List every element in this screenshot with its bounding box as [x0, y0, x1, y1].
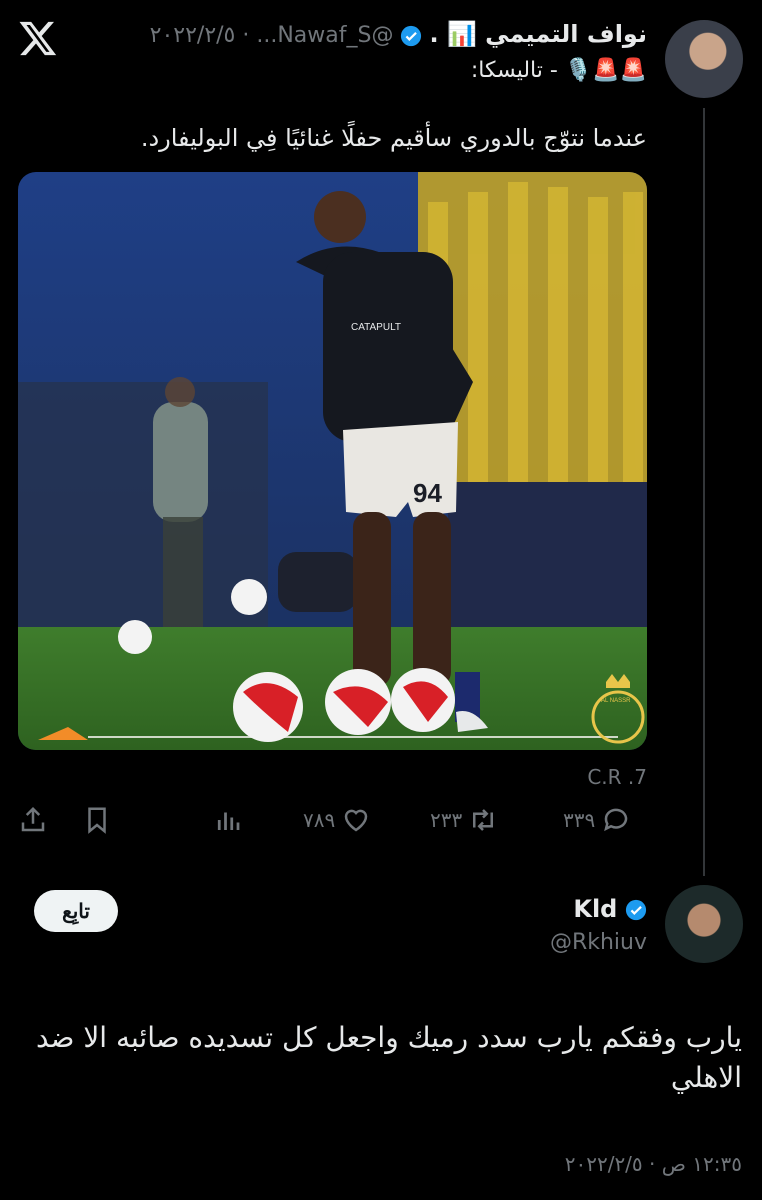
verified-icon: [401, 25, 422, 47]
share-icon: [21, 806, 45, 832]
follow-button[interactable]: تابِع: [34, 890, 118, 932]
retweet-icon: [473, 809, 494, 831]
reply-author-header: Kld: [573, 895, 647, 923]
views-button[interactable]: [213, 800, 243, 840]
reply-icon: [604, 808, 628, 832]
reply-author-handle[interactable]: @Rkhiuv: [550, 930, 647, 955]
share-button[interactable]: [18, 800, 48, 840]
author-name[interactable]: نواف التميمي 📊 .: [429, 20, 647, 48]
crest-text: AL NASSR: [601, 698, 631, 704]
bookmark-button[interactable]: [82, 800, 112, 840]
reply-text: يارب وفقكم يارب سدد رميك واجعل كل تسديده…: [35, 1021, 742, 1094]
football-photo-illustration: 94 CATAPULT AL NASSR: [18, 172, 647, 750]
tweet-first-line: 🚨🚨🎙️ - تاليسكا:: [470, 58, 647, 83]
tweet-header: نواف التميمي 📊 . @Nawaf_S... · ٢٠٢٢/٢/٥: [87, 20, 647, 54]
views-icon: [217, 812, 240, 830]
thread-connector: [703, 108, 705, 876]
retweet-button[interactable]: ٢٣٣: [430, 800, 498, 840]
shirt-sponsor: CATAPULT: [351, 322, 401, 333]
tweet-action-bar: ٧٨٩ ٢٣٣ ٣٣٩: [18, 800, 648, 840]
reply-button[interactable]: ٣٣٩: [563, 800, 631, 840]
like-count: ٧٨٩: [303, 808, 336, 832]
author-avatar[interactable]: [665, 20, 743, 98]
reply-author-name[interactable]: Kld: [573, 895, 617, 923]
tweet-photo[interactable]: 94 CATAPULT AL NASSR: [18, 172, 647, 750]
bookmark-icon: [88, 807, 106, 834]
like-icon: [344, 809, 368, 832]
photo-caption: C.R .7: [587, 765, 647, 789]
author-handle-date[interactable]: @Nawaf_S... · ٢٠٢٢/٢/٥: [150, 23, 394, 48]
tweet-text: عندما نتوّج بالدوري سأقيم حفلًا غنائيًا …: [140, 124, 647, 152]
verified-icon: [625, 899, 647, 921]
shorts-number: 94: [413, 478, 442, 508]
like-button[interactable]: ٧٨٩: [303, 800, 371, 840]
reply-timestamp[interactable]: ١٢:٣٥ ص · ٢٠٢٢/٢/٥: [565, 1152, 742, 1176]
reply-author-avatar[interactable]: [665, 885, 743, 963]
retweet-count: ٢٣٣: [430, 808, 463, 832]
reply-count: ٣٣٩: [563, 808, 596, 832]
x-logo-icon[interactable]: [18, 18, 58, 58]
